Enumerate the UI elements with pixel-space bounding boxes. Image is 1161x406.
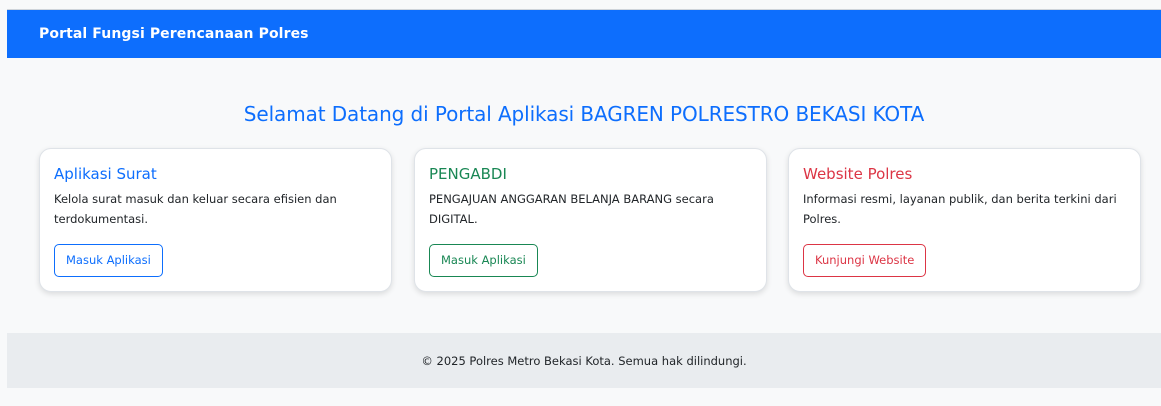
left-edge: [0, 9, 7, 388]
top-strip: [0, 0, 1161, 9]
main-content: Selamat Datang di Portal Aplikasi BAGREN…: [7, 58, 1161, 333]
page-title: Selamat Datang di Portal Aplikasi BAGREN…: [243, 102, 925, 126]
bottom-strip: [0, 388, 1161, 406]
card-website-polres: Website Polres Informasi resmi, layanan …: [788, 148, 1141, 292]
card-text: Informasi resmi, layanan publik, dan ber…: [803, 192, 1117, 226]
card-aplikasi-surat: Aplikasi Surat Kelola surat masuk dan ke…: [39, 148, 392, 292]
card-text: PENGAJUAN ANGGARAN BELANJA BARANG secara…: [429, 192, 714, 226]
footer: © 2025 Polres Metro Bekasi Kota. Semua h…: [7, 333, 1161, 388]
card-title: Aplikasi Surat: [54, 165, 157, 183]
card-text: Kelola surat masuk dan keluar secara efi…: [54, 192, 337, 226]
copyright-text: © 2025 Polres Metro Bekasi Kota. Semua h…: [421, 353, 747, 368]
kunjungi-website-button[interactable]: Kunjungi Website: [803, 244, 927, 277]
card-title: Website Polres: [803, 165, 913, 183]
navbar: Portal Fungsi Perencanaan Polres: [7, 9, 1161, 58]
masuk-aplikasi-surat-button[interactable]: Masuk Aplikasi: [54, 244, 163, 277]
card-pengabdi: PENGABDI PENGAJUAN ANGGARAN BELANJA BARA…: [414, 148, 767, 292]
masuk-aplikasi-pengabdi-button[interactable]: Masuk Aplikasi: [429, 244, 538, 277]
card-title: PENGABDI: [429, 165, 507, 183]
page: Portal Fungsi Perencanaan Polres Selamat…: [0, 0, 1161, 406]
navbar-brand[interactable]: Portal Fungsi Perencanaan Polres: [39, 26, 309, 42]
